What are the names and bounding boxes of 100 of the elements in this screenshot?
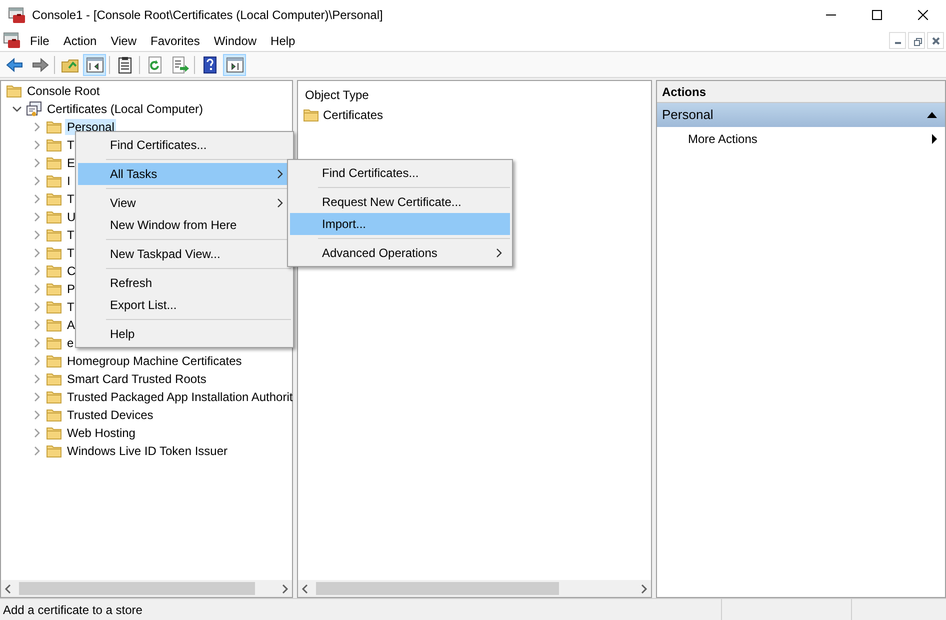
expand-chevron-icon[interactable] — [32, 428, 42, 438]
menu-item[interactable]: Advanced Operations — [290, 242, 510, 264]
expand-chevron-icon[interactable] — [32, 338, 42, 348]
expand-chevron-icon[interactable] — [32, 248, 42, 258]
folder-icon — [46, 317, 62, 333]
folder-icon — [46, 137, 62, 153]
minimize-icon — [894, 42, 900, 44]
tree-item[interactable]: T — [65, 227, 76, 243]
column-header[interactable]: Object Type — [298, 81, 651, 106]
action-pane-icon — [226, 56, 244, 74]
menu-item[interactable]: Request New Certificate... — [290, 191, 510, 213]
help-icon — [200, 56, 218, 74]
minimize-button[interactable] — [889, 32, 906, 49]
tree-item[interactable]: Certificates (Local Computer) — [45, 101, 206, 117]
folder-icon — [6, 83, 22, 99]
menu-item[interactable]: Find Certificates... — [78, 134, 291, 156]
folder-icon — [46, 173, 62, 189]
expand-chevron-icon[interactable] — [32, 230, 42, 240]
menu-item[interactable]: Export List... — [78, 294, 291, 316]
folder-icon — [46, 227, 62, 243]
expand-chevron-icon[interactable] — [32, 392, 42, 402]
toolbar-button[interactable] — [223, 54, 246, 76]
console-tree-icon — [86, 56, 104, 74]
tree-item[interactable]: C — [65, 263, 78, 279]
tree-item[interactable]: e — [65, 335, 76, 351]
menu-item[interactable]: New Taskpad View... — [78, 243, 291, 265]
folder-icon — [46, 119, 62, 135]
maximize-icon — [872, 10, 882, 20]
tree-item[interactable]: P — [65, 281, 78, 297]
tree-item[interactable]: Console Root — [25, 83, 102, 99]
app-icon — [3, 32, 21, 49]
menu-item[interactable]: File — [23, 32, 56, 50]
back-arrow-icon — [6, 56, 24, 74]
refresh-icon — [146, 56, 164, 74]
actions-header: Actions — [657, 81, 945, 103]
folder-icon — [46, 299, 62, 315]
collapse-chevron-icon[interactable] — [12, 104, 22, 114]
tree-item[interactable]: T — [65, 245, 76, 261]
menu-item[interactable]: Find Certificates... — [290, 162, 510, 184]
folder-icon — [46, 191, 62, 207]
expand-chevron-icon[interactable] — [32, 158, 42, 168]
tree-item[interactable]: I — [65, 173, 72, 189]
forward-arrow-icon — [30, 56, 48, 74]
expand-chevron-icon[interactable] — [32, 320, 42, 330]
tree-item[interactable]: T — [65, 137, 76, 153]
tree-item[interactable]: Smart Card Trusted Roots — [65, 371, 208, 387]
status-text: Add a certificate to a store — [0, 599, 722, 620]
certificate-store-icon — [26, 101, 42, 117]
collapse-triangle-icon[interactable] — [927, 112, 937, 118]
expand-chevron-icon[interactable] — [32, 302, 42, 312]
expand-chevron-icon[interactable] — [32, 194, 42, 204]
restore-button[interactable] — [908, 32, 925, 49]
tree-item[interactable]: Windows Live ID Token Issuer — [65, 443, 230, 459]
menu-item[interactable]: Help — [264, 32, 302, 50]
menu-item[interactable]: Help — [78, 323, 291, 345]
folder-icon — [46, 443, 62, 459]
action-link[interactable]: More Actions — [657, 127, 945, 151]
horizontal-scrollbar[interactable] — [1, 580, 292, 597]
folder-icon — [46, 209, 62, 225]
close-icon — [930, 34, 942, 46]
folder-icon — [46, 425, 62, 441]
horizontal-scrollbar[interactable] — [298, 580, 651, 597]
expand-chevron-icon[interactable] — [32, 176, 42, 186]
list-item[interactable]: Certificates — [321, 107, 386, 123]
folder-icon — [46, 371, 62, 387]
menu-item[interactable]: Refresh — [78, 272, 291, 294]
expand-chevron-icon[interactable] — [32, 356, 42, 366]
tree-item[interactable]: E — [65, 155, 78, 171]
tree-item[interactable]: T — [65, 299, 76, 315]
menu-item[interactable]: Favorites — [144, 32, 207, 50]
tree-item[interactable]: Homegroup Machine Certificates — [65, 353, 244, 369]
close-icon — [918, 10, 928, 20]
menu-item[interactable]: Action — [56, 32, 104, 50]
export-list-icon — [170, 56, 188, 74]
expand-chevron-icon[interactable] — [32, 122, 42, 132]
expand-chevron-icon[interactable] — [32, 266, 42, 276]
tree-item[interactable]: Web Hosting — [65, 425, 138, 441]
expand-chevron-icon[interactable] — [32, 140, 42, 150]
menu-item[interactable]: View — [78, 192, 291, 214]
toolbar-button[interactable] — [83, 54, 106, 76]
section-title[interactable]: Personal — [662, 105, 714, 125]
expand-chevron-icon[interactable] — [32, 284, 42, 294]
expand-chevron-icon[interactable] — [32, 212, 42, 222]
tree-item[interactable]: Trusted Packaged App Installation Authorit — [65, 389, 295, 405]
expand-chevron-icon[interactable] — [32, 410, 42, 420]
expand-chevron-icon[interactable] — [32, 446, 42, 456]
tree-item[interactable]: Trusted Devices — [65, 407, 156, 423]
tree-item[interactable]: A — [65, 317, 78, 333]
window-title: Console1 - [Console Root\Certificates (Local Computer)\Personal] — [32, 7, 383, 24]
tree-item[interactable]: U — [65, 209, 78, 225]
menu-item[interactable]: New Window from Here — [78, 214, 291, 236]
folder-icon — [46, 389, 62, 405]
menu-item[interactable]: Window — [206, 32, 264, 50]
folder-icon — [46, 407, 62, 423]
menu-item[interactable]: Import... — [290, 213, 510, 235]
tree-item[interactable]: T — [65, 191, 76, 207]
expand-chevron-icon[interactable] — [32, 374, 42, 384]
menu-item[interactable]: View — [104, 32, 144, 50]
folder-icon — [303, 107, 319, 123]
folder-icon — [46, 335, 62, 351]
